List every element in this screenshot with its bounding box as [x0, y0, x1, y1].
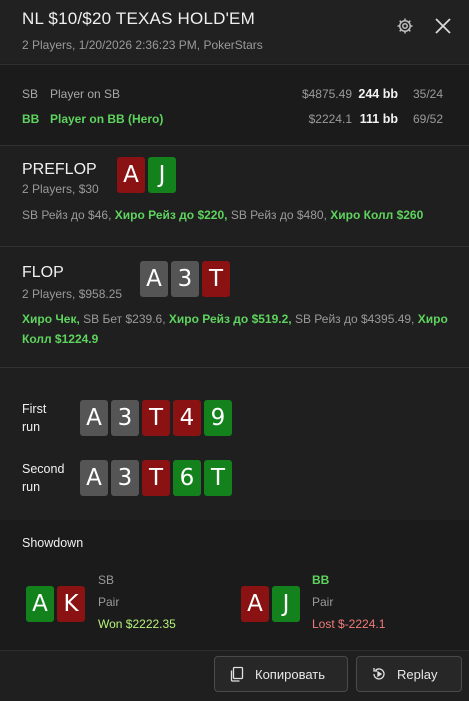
player-bb: 244 bb — [358, 87, 398, 101]
opponent-action: SB Бет $239.6, — [83, 312, 166, 326]
player-name: Player on SB — [50, 87, 121, 101]
opponent-action: SB Рейз до $46, — [22, 208, 112, 222]
gear-icon[interactable] — [396, 17, 414, 35]
run-label: First run — [22, 400, 46, 436]
card: A — [80, 460, 108, 496]
replay-icon — [373, 668, 385, 680]
run-label-line: run — [22, 420, 41, 434]
showdown-result: Won $2222.35 — [98, 617, 176, 631]
showdown-position: SB — [98, 573, 115, 587]
copy-button[interactable]: Копировать — [214, 656, 348, 692]
card: J — [148, 157, 176, 193]
player-stack: $4875.49 — [301, 87, 352, 101]
card: T — [202, 261, 230, 297]
replay-button[interactable]: Replay — [356, 656, 462, 692]
header: NL $10/$20 TEXAS HOLD'EM 2 Players, 1/20… — [0, 0, 469, 62]
action-list: SB Рейз до $46, Хиро Рейз до $220, SB Ре… — [22, 205, 452, 225]
run-board-cards: A3T49 — [80, 400, 232, 436]
card: 3 — [111, 400, 139, 436]
hero-action: Хиро Колл $260 — [330, 208, 424, 222]
run-label-line: run — [22, 480, 41, 494]
street-pot: 2 Players, $958.25 — [22, 287, 123, 301]
showdown-cards-sb: AK — [26, 586, 85, 622]
run-label-line: First — [22, 402, 47, 416]
showdown-title: Showdown — [22, 536, 84, 550]
card: 3 — [111, 460, 139, 496]
showdown-cards-bb: AJ — [241, 586, 300, 622]
run-label: Second run — [22, 460, 64, 496]
hero-action: Хиро Чек, — [22, 312, 80, 326]
player-position: SB — [22, 87, 39, 101]
street-name: PREFLOP — [22, 161, 97, 178]
copy-label: Копировать — [255, 666, 325, 682]
player-row-sb: SB Player on SB $4875.49 244 bb 35/24 — [0, 87, 469, 107]
showdown-position: BB — [312, 573, 330, 587]
players-table: SB Player on SB $4875.49 244 bb 35/24 BB… — [0, 64, 469, 146]
showdown-info-sb: SB Pair Won $2222.35 — [98, 569, 176, 635]
card: A — [117, 157, 145, 193]
hand-title: NL $10/$20 TEXAS HOLD'EM — [22, 9, 255, 28]
run-board-cards: A3T6T — [80, 460, 232, 496]
street-name: FLOP — [22, 264, 64, 281]
card: 4 — [173, 400, 201, 436]
run-label-line: Second — [22, 462, 65, 476]
street-pot: 2 Players, $30 — [22, 182, 99, 196]
card: K — [57, 586, 85, 622]
card: A — [80, 400, 108, 436]
close-icon[interactable] — [433, 16, 453, 36]
player-stat: 69/52 — [412, 112, 443, 126]
action-list: Хиро Чек, SB Бет $239.6, Хиро Рейз до $5… — [22, 309, 452, 349]
showdown-section: Showdown AK SB Pair Won $2222.35 AJ BB P… — [0, 520, 469, 650]
card: A — [140, 261, 168, 297]
board-cards: A3T — [140, 261, 230, 297]
card: A — [241, 586, 269, 622]
hero-action: Хиро Рейз до $519.2, — [168, 312, 292, 326]
card: T — [142, 460, 170, 496]
showdown-hand: Pair — [312, 595, 334, 609]
showdown-hand: Pair — [98, 595, 120, 609]
card: J — [272, 586, 300, 622]
player-stack: $2224.1 — [308, 112, 352, 126]
card: A — [26, 586, 54, 622]
card: T — [204, 460, 232, 496]
copy-icon — [230, 666, 244, 682]
hero-action: Хиро Рейз до $220, — [114, 208, 228, 222]
card: 3 — [171, 261, 199, 297]
opponent-action: SB Рейз до $4395.49, — [294, 312, 415, 326]
preflop-section: PREFLOP 2 Players, $30 AJ SB Рейз до $46… — [0, 145, 469, 247]
replay-label: Replay — [397, 666, 438, 682]
player-position: BB — [22, 112, 40, 126]
showdown-result: Lost $-2224.1 — [312, 617, 386, 631]
card: 6 — [173, 460, 201, 496]
runs-section: First run A3T49 Second run A3T6T — [0, 368, 469, 518]
player-stat: 35/24 — [412, 87, 443, 101]
hand-subtitle: 2 Players, 1/20/2026 2:36:23 PM, PokerSt… — [22, 38, 263, 52]
player-row-bb: BB Player on BB (Hero) $2224.1 111 bb 69… — [0, 112, 469, 132]
card: 9 — [204, 400, 232, 436]
hero-cards: AJ — [117, 157, 176, 193]
opponent-action: SB Рейз до $480, — [230, 208, 327, 222]
footer: Копировать Replay — [0, 650, 469, 701]
player-name: Player on BB (Hero) — [50, 112, 164, 126]
card: T — [142, 400, 170, 436]
flop-section: FLOP 2 Players, $958.25 A3T Хиро Чек, SB… — [0, 247, 469, 368]
showdown-info-bb: BB Pair Lost $-2224.1 — [312, 569, 385, 635]
player-bb: 111 bb — [359, 112, 398, 126]
